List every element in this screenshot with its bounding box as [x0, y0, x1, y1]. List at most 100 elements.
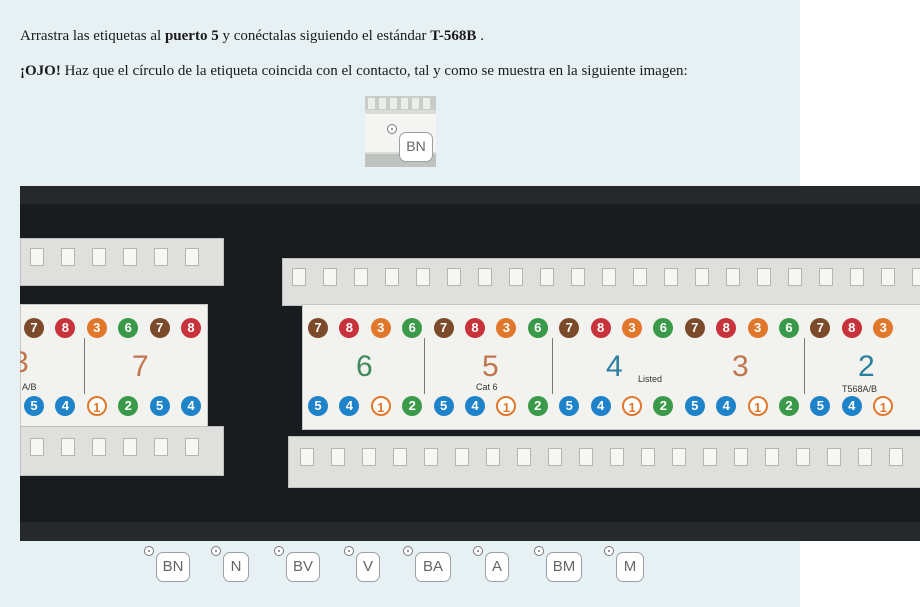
- left-top-contact-dot: 7: [149, 318, 170, 338]
- port-number-6: 6: [356, 350, 373, 383]
- idc-tooth: [889, 448, 903, 466]
- idc-tooth: [672, 448, 686, 466]
- idc-tooth: [393, 448, 407, 466]
- idc-tooth: [850, 268, 864, 286]
- idc-tooth: [881, 268, 895, 286]
- idc-tooth: [385, 268, 399, 286]
- main-top-contact-dot: 3: [622, 318, 642, 338]
- main-top-contact-dot: 6: [779, 318, 799, 338]
- idc-tooth: [633, 268, 647, 286]
- label-ring-bv: [274, 546, 284, 556]
- idc-tooth: [424, 448, 438, 466]
- port-2-standard-label: T568A/B: [842, 384, 878, 394]
- label-ring-bm: [534, 546, 544, 556]
- label-ring-v: [344, 546, 354, 556]
- idc-tooth: [292, 268, 306, 286]
- port-number-left-fragment: 3: [20, 346, 29, 379]
- instruction-line-2: ¡OJO! Haz que el círculo de la etiqueta …: [20, 63, 688, 79]
- idc-tooth: [154, 438, 168, 456]
- idc-tooth: [300, 448, 314, 466]
- idc-tooth: [362, 448, 376, 466]
- idc-tooth: [517, 448, 531, 466]
- port-number-2: 2: [858, 350, 875, 383]
- draggable-label-bn[interactable]: BN: [156, 552, 190, 582]
- idc-tooth: [92, 248, 106, 266]
- idc-tooth: [455, 448, 469, 466]
- left-top-contact-dot: 3: [86, 318, 107, 338]
- left-bottom-contact-dot: 5: [24, 396, 44, 416]
- main-bottom-contact-dot: 2: [779, 396, 799, 416]
- main-bottom-contact-dot: 5: [684, 396, 705, 416]
- main-bottom-contact-dot: 5: [433, 396, 454, 416]
- port-number-3: 3: [732, 350, 749, 383]
- idc-tooth: [92, 438, 106, 456]
- idc-tooth: [796, 448, 810, 466]
- idc-tooth: [185, 438, 199, 456]
- left-bottom-contact-dot: 5: [149, 396, 170, 416]
- draggable-label-bm[interactable]: BM: [546, 552, 582, 582]
- idc-tooth: [695, 268, 709, 286]
- label-ring-ba: [403, 546, 413, 556]
- main-top-contact-dot: 3: [747, 318, 768, 338]
- main-bottom-contact-dot: 5: [308, 396, 328, 416]
- idc-tooth: [478, 268, 492, 286]
- port-number-5: 5: [482, 350, 499, 383]
- idc-tooth: [540, 268, 554, 286]
- idc-tooth: [323, 268, 337, 286]
- main-top-contact-dot: 6: [527, 318, 548, 338]
- idc-tooth: [548, 448, 562, 466]
- idc-tooth: [509, 268, 523, 286]
- idc-tooth: [416, 268, 430, 286]
- idc-tooth: [123, 248, 137, 266]
- idc-tooth: [858, 448, 872, 466]
- idc-tooth: [30, 248, 44, 266]
- left-top-contact-dot: 8: [181, 318, 201, 338]
- idc-tooth: [641, 448, 655, 466]
- idc-tooth: [664, 268, 678, 286]
- main-top-contact-dot: 7: [308, 318, 328, 338]
- main-bottom-contact-dot: 4: [841, 396, 862, 416]
- main-bottom-contact-dot: 2: [527, 396, 548, 416]
- main-bottom-contact-dot: 4: [465, 396, 485, 416]
- idc-tooth: [788, 268, 802, 286]
- idc-tooth: [61, 438, 75, 456]
- example-contact-ring: [387, 124, 397, 134]
- idc-tooth: [610, 448, 624, 466]
- draggable-label-a[interactable]: A: [485, 552, 509, 582]
- example-image: BN: [365, 96, 436, 167]
- draggable-label-v[interactable]: V: [356, 552, 380, 582]
- ul-listed-mark: Listed: [638, 374, 663, 384]
- idc-tooth: [185, 248, 199, 266]
- main-bottom-contact-dot: 1: [622, 396, 642, 416]
- port-number-4: 4: [606, 350, 623, 383]
- idc-tooth: [61, 248, 75, 266]
- main-top-contact-dot: 7: [684, 318, 705, 338]
- idc-tooth: [602, 268, 616, 286]
- draggable-label-m[interactable]: M: [616, 552, 644, 582]
- label-ring-n: [211, 546, 221, 556]
- idc-tooth: [154, 248, 168, 266]
- idc-tooth: [819, 268, 833, 286]
- main-top-contact-dot: 8: [465, 318, 485, 338]
- main-top-contact-dot: 3: [370, 318, 391, 338]
- idc-tooth: [571, 268, 585, 286]
- idc-tooth: [123, 438, 137, 456]
- idc-tooth: [765, 448, 779, 466]
- main-bottom-teeth: [288, 436, 920, 488]
- idc-tooth: [30, 438, 44, 456]
- draggable-label-bv[interactable]: BV: [286, 552, 320, 582]
- label-ring-a: [473, 546, 483, 556]
- draggable-label-ba[interactable]: BA: [415, 552, 451, 582]
- port-number-7: 7: [132, 350, 149, 383]
- idc-tooth: [734, 448, 748, 466]
- idc-tooth: [447, 268, 461, 286]
- idc-tooth: [726, 268, 740, 286]
- patch-panel-image: 7836787836783678367836783541254541254125…: [20, 186, 920, 541]
- main-top-contact-dot: 8: [841, 318, 862, 338]
- label-ring-m: [604, 546, 614, 556]
- idc-tooth: [912, 268, 920, 286]
- draggable-label-n[interactable]: N: [223, 552, 249, 582]
- main-bottom-contact-dot: 1: [370, 396, 391, 416]
- instruction-line-1: Arrastra las etiquetas al puerto 5 y con…: [20, 28, 484, 44]
- idc-tooth: [757, 268, 771, 286]
